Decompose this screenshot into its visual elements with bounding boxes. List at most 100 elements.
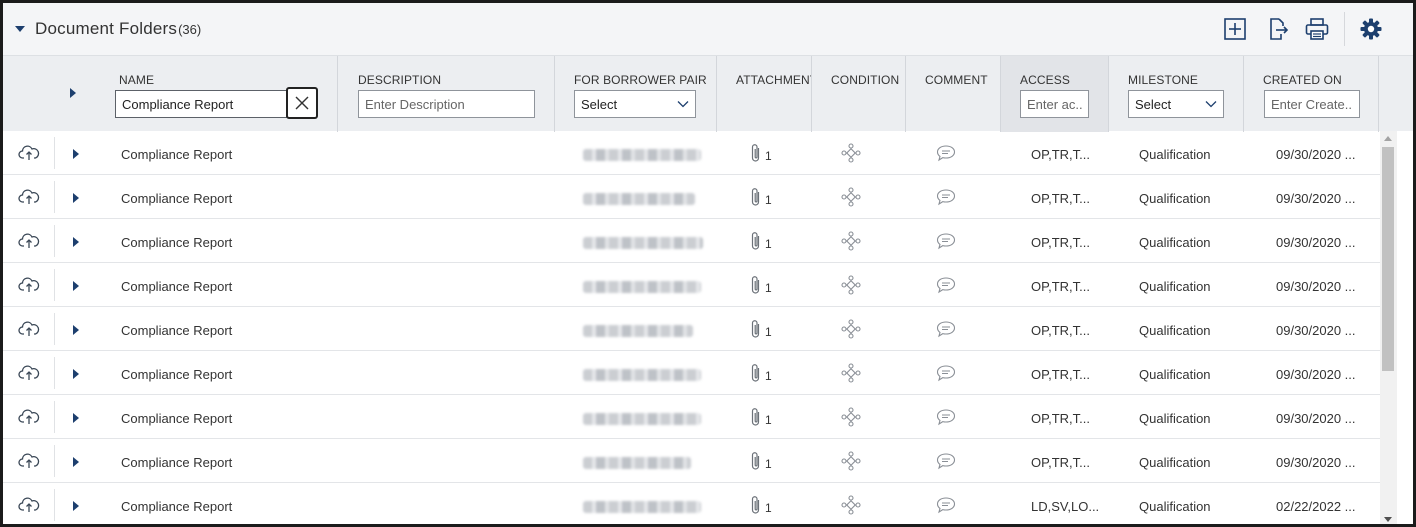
description-filter-input[interactable] [358,90,535,118]
settings-button[interactable] [1358,16,1384,42]
attachment-link[interactable]: 1 [749,318,772,340]
header-description: DESCRIPTION [338,56,555,132]
table-row[interactable]: Compliance Report 1 [3,219,1380,263]
print-icon [1305,18,1329,40]
comment-icon[interactable] [936,232,956,250]
created-on-value: 09/30/2020 ... [1276,367,1356,382]
condition-icon[interactable] [841,451,861,471]
table-row[interactable]: Compliance Report 1 [3,131,1380,175]
print-button[interactable] [1304,16,1330,42]
scrollbar-thumb[interactable] [1382,147,1394,371]
created-on-value: 02/22/2022 ... [1276,499,1356,514]
condition-icon[interactable] [841,319,861,339]
access-value: OP,TR,T... [1031,367,1090,382]
condition-icon[interactable] [841,407,861,427]
table-row[interactable]: Compliance Report 1 [3,351,1380,395]
created-on-value: 09/30/2020 ... [1276,235,1356,250]
cloud-upload-icon[interactable] [18,232,40,250]
table-row[interactable]: Compliance Report 1 [3,483,1380,524]
expand-row-caret-icon[interactable] [73,413,79,423]
condition-icon[interactable] [841,187,861,207]
comment-icon[interactable] [936,452,956,470]
document-folders-panel: Document Folders (36) NAME Compliance Re… [0,0,1416,527]
access-value: OP,TR,T... [1031,191,1090,206]
borrower-pair-redacted [583,281,701,293]
attachment-link[interactable]: 1 [749,494,772,516]
table-row[interactable]: Compliance Report 1 [3,439,1380,483]
comment-icon[interactable] [936,496,956,514]
expand-row-caret-icon[interactable] [73,501,79,511]
cloud-upload-icon[interactable] [18,320,40,338]
folder-name: Compliance Report [121,191,233,206]
borrower-pair-header-label: FOR BORROWER PAIR [574,73,707,87]
condition-icon[interactable] [841,143,861,163]
created-on-value: 09/30/2020 ... [1276,191,1356,206]
expand-row-caret-icon[interactable] [73,149,79,159]
cloud-upload-icon[interactable] [18,496,40,514]
expand-row-caret-icon[interactable] [73,457,79,467]
panel-header: Document Folders (36) [3,3,1413,55]
collapse-caret-icon[interactable] [15,26,25,32]
condition-icon[interactable] [841,495,861,515]
scroll-down-arrow-icon[interactable] [1384,517,1392,522]
row-divider [54,225,55,257]
condition-icon[interactable] [841,275,861,295]
scroll-up-arrow-icon[interactable] [1384,136,1392,141]
expand-all-caret-icon[interactable] [70,88,76,98]
attachment-link[interactable]: 1 [749,274,772,296]
header-created-on: CREATED ON [1244,56,1379,132]
row-divider [54,313,55,345]
comment-icon[interactable] [936,408,956,426]
created-on-value: 09/30/2020 ... [1276,147,1356,162]
table-row[interactable]: Compliance Report 1 [3,307,1380,351]
comment-icon[interactable] [936,276,956,294]
expand-row-caret-icon[interactable] [73,237,79,247]
attachment-link[interactable]: 1 [749,362,772,384]
cloud-upload-icon[interactable] [18,452,40,470]
vertical-scrollbar[interactable] [1380,131,1397,524]
cloud-upload-icon[interactable] [18,276,40,294]
borrower-pair-select[interactable]: Select [574,90,696,118]
expand-row-caret-icon[interactable] [73,193,79,203]
name-filter-input[interactable] [115,90,287,118]
comment-header-label: COMMENT [925,73,988,87]
panel-toolbar [1222,3,1413,55]
milestone-value: Qualification [1139,147,1211,162]
folder-name: Compliance Report [121,455,233,470]
expand-row-caret-icon[interactable] [73,281,79,291]
attachment-link[interactable]: 1 [749,230,772,252]
access-value: OP,TR,T... [1031,235,1090,250]
folder-name: Compliance Report [121,279,233,294]
comment-icon[interactable] [936,320,956,338]
cloud-upload-icon[interactable] [18,408,40,426]
access-filter-input[interactable] [1020,90,1089,118]
table-row[interactable]: Compliance Report 1 [3,263,1380,307]
attachment-link[interactable]: 1 [749,406,772,428]
access-value: OP,TR,T... [1031,455,1090,470]
clear-name-filter-button[interactable] [286,87,318,119]
expand-row-caret-icon[interactable] [73,325,79,335]
add-button[interactable] [1222,16,1248,42]
attachment-link[interactable]: 1 [749,186,772,208]
table-row[interactable]: Compliance Report 1 [3,395,1380,439]
created-on-filter-input[interactable] [1264,90,1360,118]
access-header-label: ACCESS [1020,73,1070,87]
condition-icon[interactable] [841,231,861,251]
cloud-upload-icon[interactable] [18,364,40,382]
milestone-select[interactable]: Select [1128,90,1224,118]
condition-icon[interactable] [841,363,861,383]
comment-icon[interactable] [936,364,956,382]
expand-row-caret-icon[interactable] [73,369,79,379]
cloud-upload-icon[interactable] [18,144,40,162]
cloud-upload-icon[interactable] [18,188,40,206]
comment-icon[interactable] [936,144,956,162]
table-row[interactable]: Compliance Report 1 [3,175,1380,219]
created-on-value: 09/30/2020 ... [1276,411,1356,426]
close-icon [295,96,309,110]
attachment-link[interactable]: 1 [749,450,772,472]
export-button[interactable] [1265,16,1291,42]
comment-icon[interactable] [936,188,956,206]
milestone-value: Qualification [1139,235,1211,250]
attachment-link[interactable]: 1 [749,142,772,164]
paperclip-icon [751,232,760,250]
